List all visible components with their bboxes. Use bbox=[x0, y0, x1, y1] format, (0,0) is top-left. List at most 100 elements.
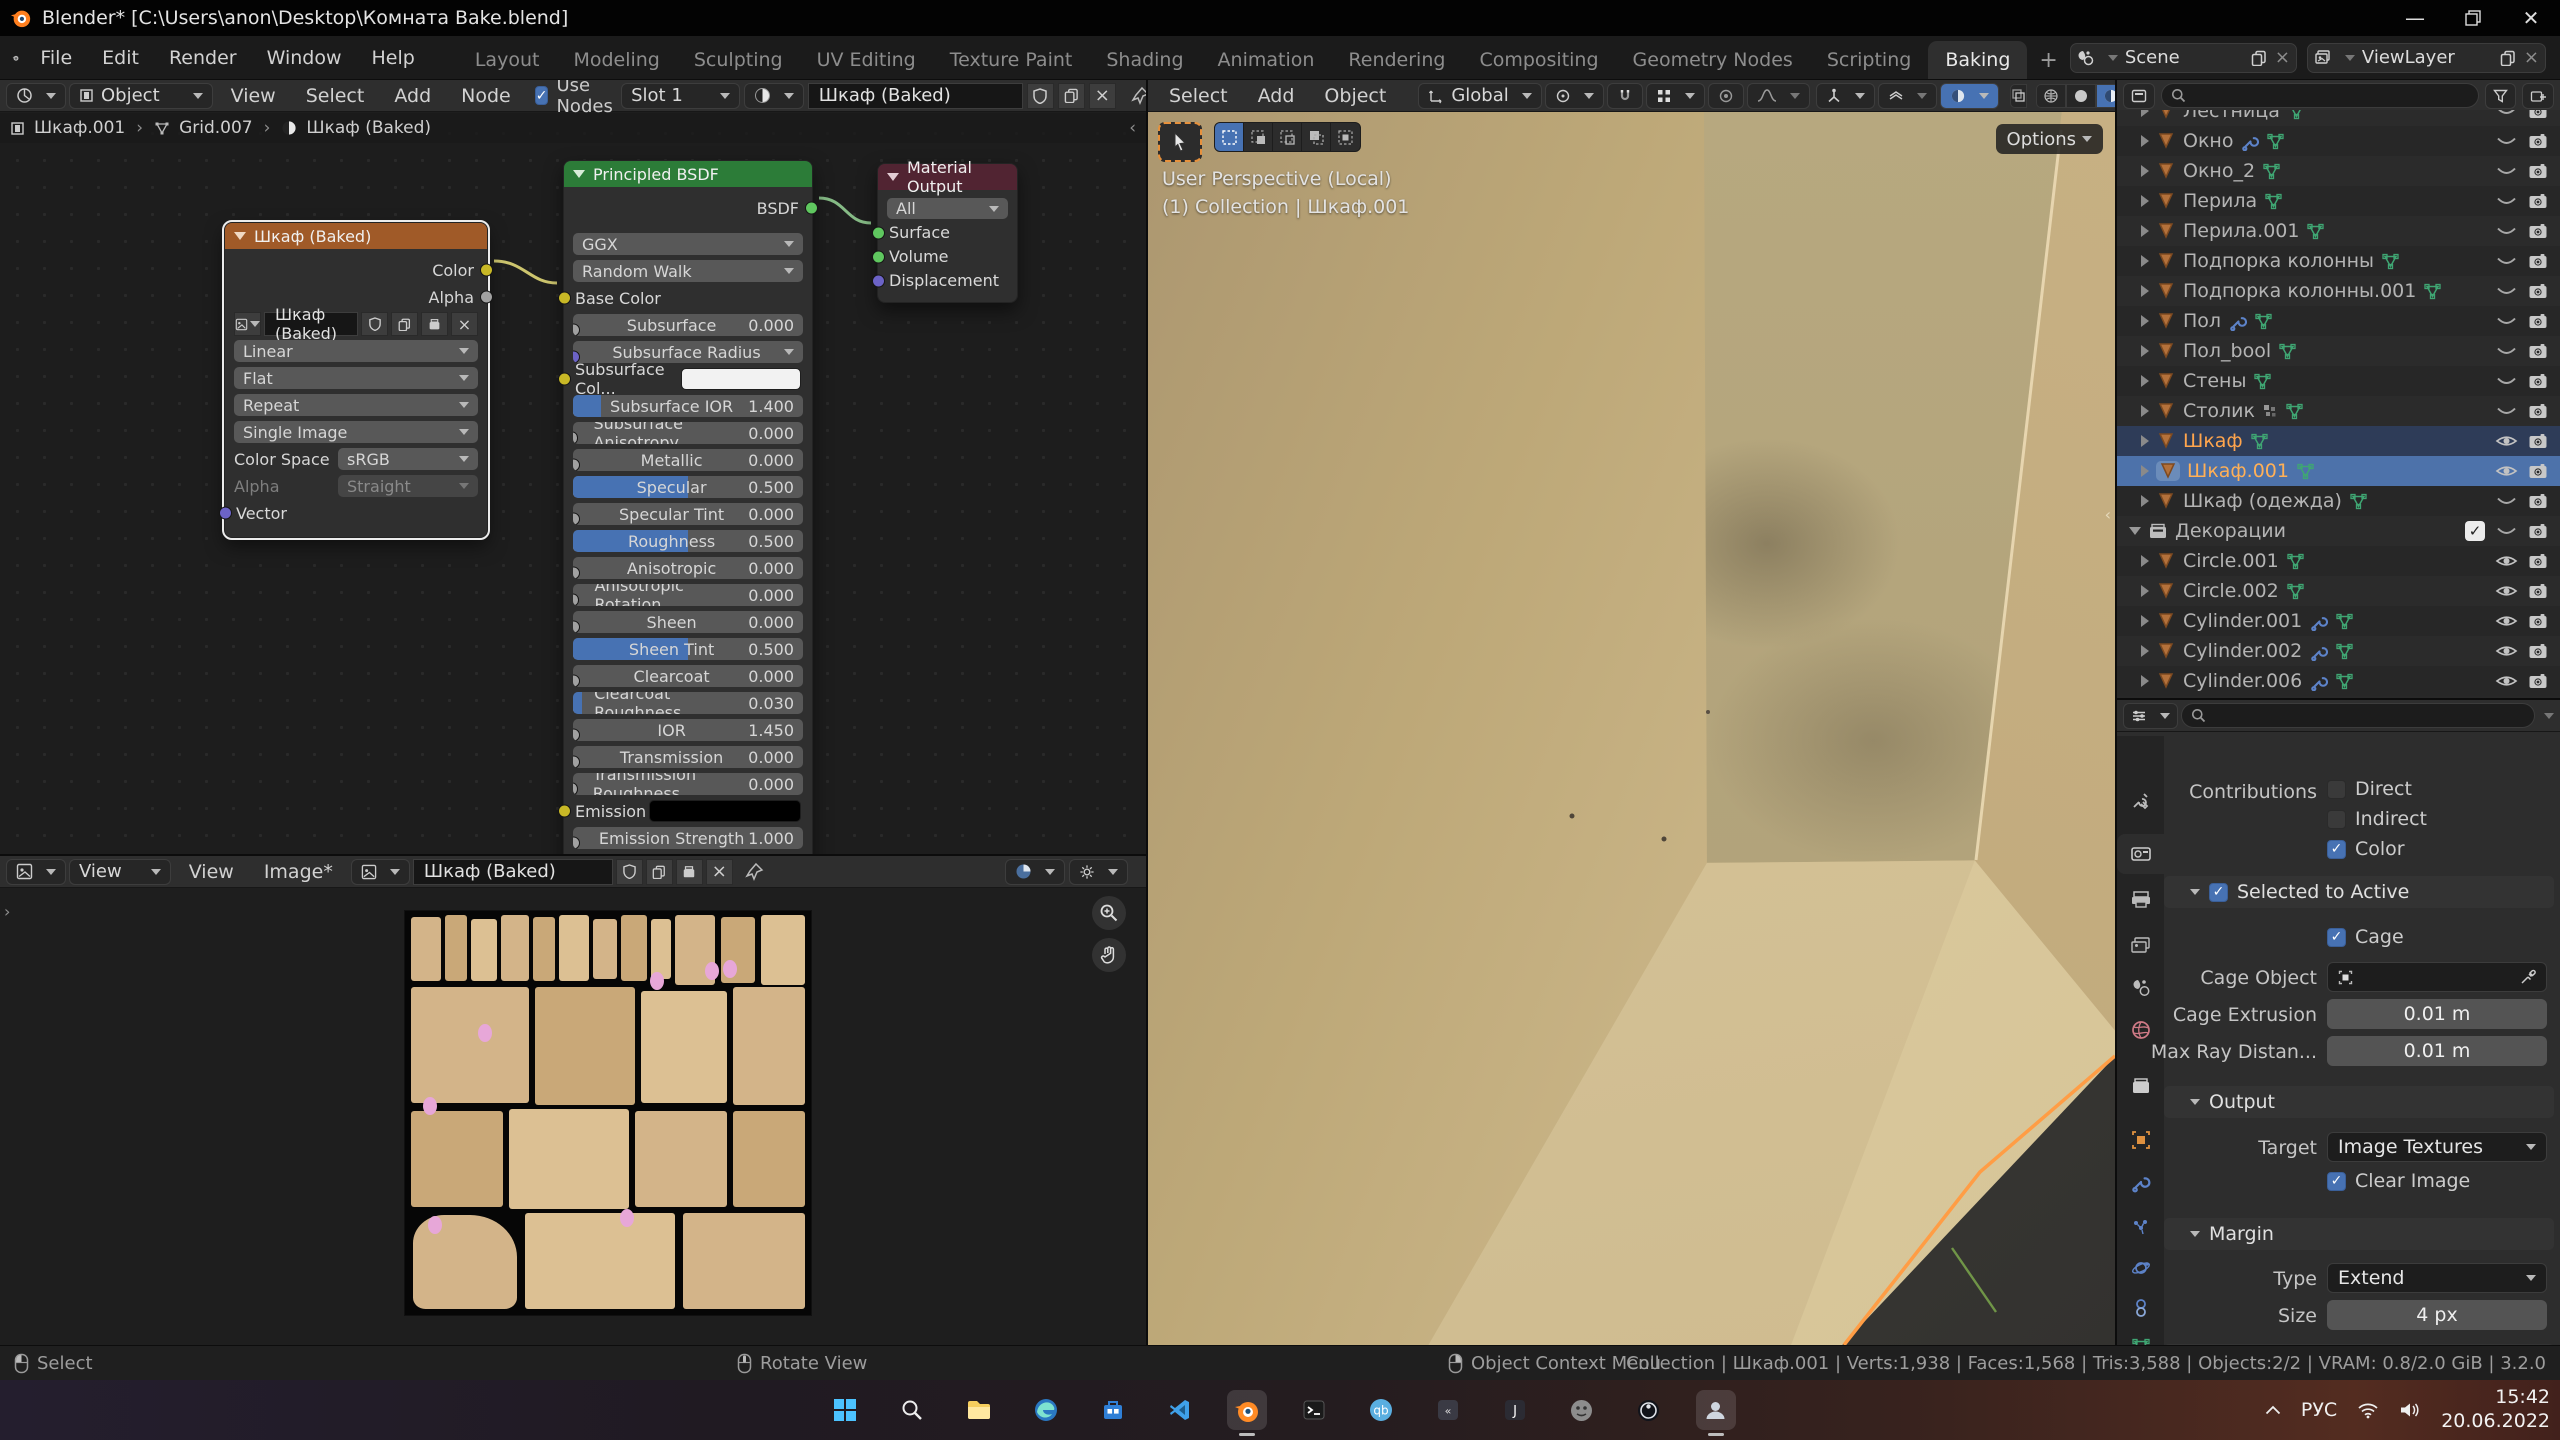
expand-arrow-icon[interactable] bbox=[2141, 255, 2149, 267]
select-mode-subtract[interactable] bbox=[1273, 123, 1302, 151]
pin-icon[interactable] bbox=[744, 862, 764, 882]
use-nodes-toggle[interactable]: ✓ Use Nodes bbox=[535, 80, 618, 117]
indirect-checkbox[interactable] bbox=[2327, 810, 2346, 829]
outliner-item-1[interactable]: Окно bbox=[2117, 126, 2560, 156]
bsdf-row-anisotropic[interactable]: Anisotropic0.000 bbox=[573, 557, 803, 579]
shader-menu-0[interactable]: View bbox=[216, 80, 291, 111]
clear-image-checkbox-row[interactable]: ✓Clear Image bbox=[2327, 1170, 2470, 1192]
select-mode-extend[interactable] bbox=[1244, 123, 1273, 151]
taskbar-icon-contacts[interactable] bbox=[1696, 1390, 1736, 1430]
image-name-field[interactable]: Шкаф (Baked) bbox=[413, 859, 613, 885]
camera-icon[interactable] bbox=[2528, 493, 2548, 510]
color-checkbox[interactable]: ✓ bbox=[2327, 840, 2346, 859]
outliner-item-2[interactable]: Окно_2 bbox=[2117, 156, 2560, 186]
editor-type-button[interactable] bbox=[6, 83, 66, 109]
expand-arrow-icon[interactable] bbox=[2141, 405, 2149, 417]
expand-arrow-icon[interactable] bbox=[2141, 285, 2149, 297]
expand-arrow-icon[interactable] bbox=[2141, 555, 2149, 567]
outliner-item-7[interactable]: Пол bbox=[2117, 306, 2560, 336]
overlays-dropdown[interactable] bbox=[1878, 83, 1937, 109]
eye-closed-icon[interactable] bbox=[2495, 523, 2518, 539]
expand-arrow-icon[interactable] bbox=[2141, 435, 2149, 447]
target-dropdown[interactable]: All bbox=[887, 198, 1008, 219]
camera-icon[interactable] bbox=[2528, 403, 2548, 420]
camera-icon[interactable] bbox=[2528, 223, 2548, 240]
zoom-gizmo[interactable] bbox=[1092, 896, 1126, 930]
material-browse-button[interactable] bbox=[744, 83, 804, 109]
region-collapse-icon[interactable]: ‹ bbox=[1129, 118, 1136, 138]
taskbar-icon-media-app[interactable]: « bbox=[1428, 1390, 1468, 1430]
taskbar-icon-vscode[interactable] bbox=[1160, 1390, 1200, 1430]
camera-icon[interactable] bbox=[2528, 463, 2548, 480]
tab-uv-editing[interactable]: UV Editing bbox=[800, 41, 933, 79]
proportional-falloff-dropdown[interactable] bbox=[1747, 83, 1810, 109]
image-mode-dropdown[interactable]: View bbox=[69, 859, 171, 885]
volume-input[interactable]: Volume bbox=[887, 246, 1008, 267]
unlink-material-button[interactable]: × bbox=[1089, 83, 1116, 109]
camera-icon[interactable] bbox=[2528, 283, 2548, 300]
output-section[interactable]: Output bbox=[2164, 1086, 2554, 1118]
color-checkbox-row[interactable]: ✓Color bbox=[2327, 838, 2405, 860]
topbar-menu-2[interactable]: Render bbox=[154, 36, 252, 79]
bsdf-row-subsurface-ior[interactable]: Subsurface IOR1.400 bbox=[573, 395, 803, 417]
projection-dropdown[interactable]: Flat bbox=[234, 367, 478, 389]
shader-menu-2[interactable]: Add bbox=[379, 80, 446, 111]
properties-filter-button[interactable] bbox=[2123, 703, 2178, 729]
viewport-menu-2[interactable]: Object bbox=[1309, 80, 1401, 111]
bsdf-row-clearcoat-roughness[interactable]: Clearcoat Roughness0.030 bbox=[573, 692, 803, 714]
expand-arrow-icon[interactable] bbox=[2141, 675, 2149, 687]
properties-tab-render[interactable] bbox=[2117, 834, 2164, 874]
expand-arrow-icon[interactable] bbox=[2129, 527, 2141, 535]
output-node-header[interactable]: Material Output bbox=[878, 164, 1017, 190]
new-material-button[interactable] bbox=[1058, 83, 1085, 109]
eye-closed-icon[interactable] bbox=[2495, 313, 2518, 329]
eye-closed-icon[interactable] bbox=[2495, 283, 2518, 299]
outliner-item-16[interactable]: Circle.002 bbox=[2117, 576, 2560, 606]
unlink-image-button[interactable]: × bbox=[451, 312, 478, 336]
topbar-menu-1[interactable]: Edit bbox=[87, 36, 154, 79]
active-tool-select-box[interactable] bbox=[1158, 122, 1202, 162]
editor-type-button[interactable] bbox=[6, 859, 66, 885]
outliner-item-15[interactable]: Circle.001 bbox=[2117, 546, 2560, 576]
tab-modeling[interactable]: Modeling bbox=[556, 41, 676, 79]
image-texture-node[interactable]: Шкаф (Baked) Color Alpha Шкаф (Baked) × … bbox=[224, 222, 488, 538]
camera-icon[interactable] bbox=[2528, 553, 2548, 570]
region-expand-icon[interactable]: › bbox=[4, 902, 10, 921]
expand-arrow-icon[interactable] bbox=[2141, 585, 2149, 597]
clear-image-checkbox[interactable]: ✓ bbox=[2327, 1172, 2346, 1191]
visibility-dropdown[interactable] bbox=[1816, 83, 1875, 109]
image-menu-0[interactable]: View bbox=[174, 856, 249, 887]
bsdf-row-sheen-tint[interactable]: Sheen Tint0.500 bbox=[573, 638, 803, 660]
expand-arrow-icon[interactable] bbox=[2141, 345, 2149, 357]
image-menu-1[interactable]: Image* bbox=[249, 856, 348, 887]
bsdf-row-emission-strength[interactable]: Emission Strength1.000 bbox=[573, 827, 803, 849]
bsdf-row-roughness[interactable]: Roughness0.500 bbox=[573, 530, 803, 552]
color-output[interactable]: Color bbox=[234, 259, 478, 281]
shading-wireframe-button[interactable] bbox=[2036, 84, 2066, 108]
duplicate-image-button[interactable] bbox=[391, 312, 418, 336]
fake-user-button[interactable] bbox=[1027, 83, 1054, 109]
view-layer-selector[interactable]: ViewLayer × bbox=[2307, 43, 2546, 73]
camera-icon[interactable] bbox=[2528, 643, 2548, 660]
expand-arrow-icon[interactable] bbox=[2141, 315, 2149, 327]
color-swatch[interactable] bbox=[681, 368, 801, 390]
outliner-item-18[interactable]: Cylinder.002 bbox=[2117, 636, 2560, 666]
transform-orientation-dropdown[interactable]: Global bbox=[1418, 83, 1541, 109]
pack-image-button[interactable] bbox=[421, 312, 448, 336]
tab-texture-paint[interactable]: Texture Paint bbox=[933, 41, 1090, 79]
snap-toggle[interactable] bbox=[1607, 83, 1643, 109]
eye-closed-icon[interactable] bbox=[2495, 193, 2518, 209]
taskbar-icon-jdownloader[interactable]: J bbox=[1495, 1390, 1535, 1430]
selected-to-active-section[interactable]: ✓ Selected to Active bbox=[2164, 876, 2554, 908]
eye-closed-icon[interactable] bbox=[2495, 493, 2518, 509]
eye-open-icon[interactable] bbox=[2495, 553, 2518, 569]
material-name-field[interactable]: Шкаф (Baked) bbox=[808, 83, 1023, 109]
eye-closed-icon[interactable] bbox=[2495, 163, 2518, 179]
collection-checkbox[interactable]: ✓ bbox=[2465, 521, 2485, 541]
margin-type-dropdown[interactable]: Extend bbox=[2327, 1263, 2547, 1293]
taskbar-icon-qbittorrent[interactable]: qb bbox=[1361, 1390, 1401, 1430]
tab-shading[interactable]: Shading bbox=[1089, 41, 1200, 79]
viewport-menu-0[interactable]: Select bbox=[1154, 80, 1243, 111]
tab-geometry-nodes[interactable]: Geometry Nodes bbox=[1616, 41, 1810, 79]
eye-closed-icon[interactable] bbox=[2495, 133, 2518, 149]
